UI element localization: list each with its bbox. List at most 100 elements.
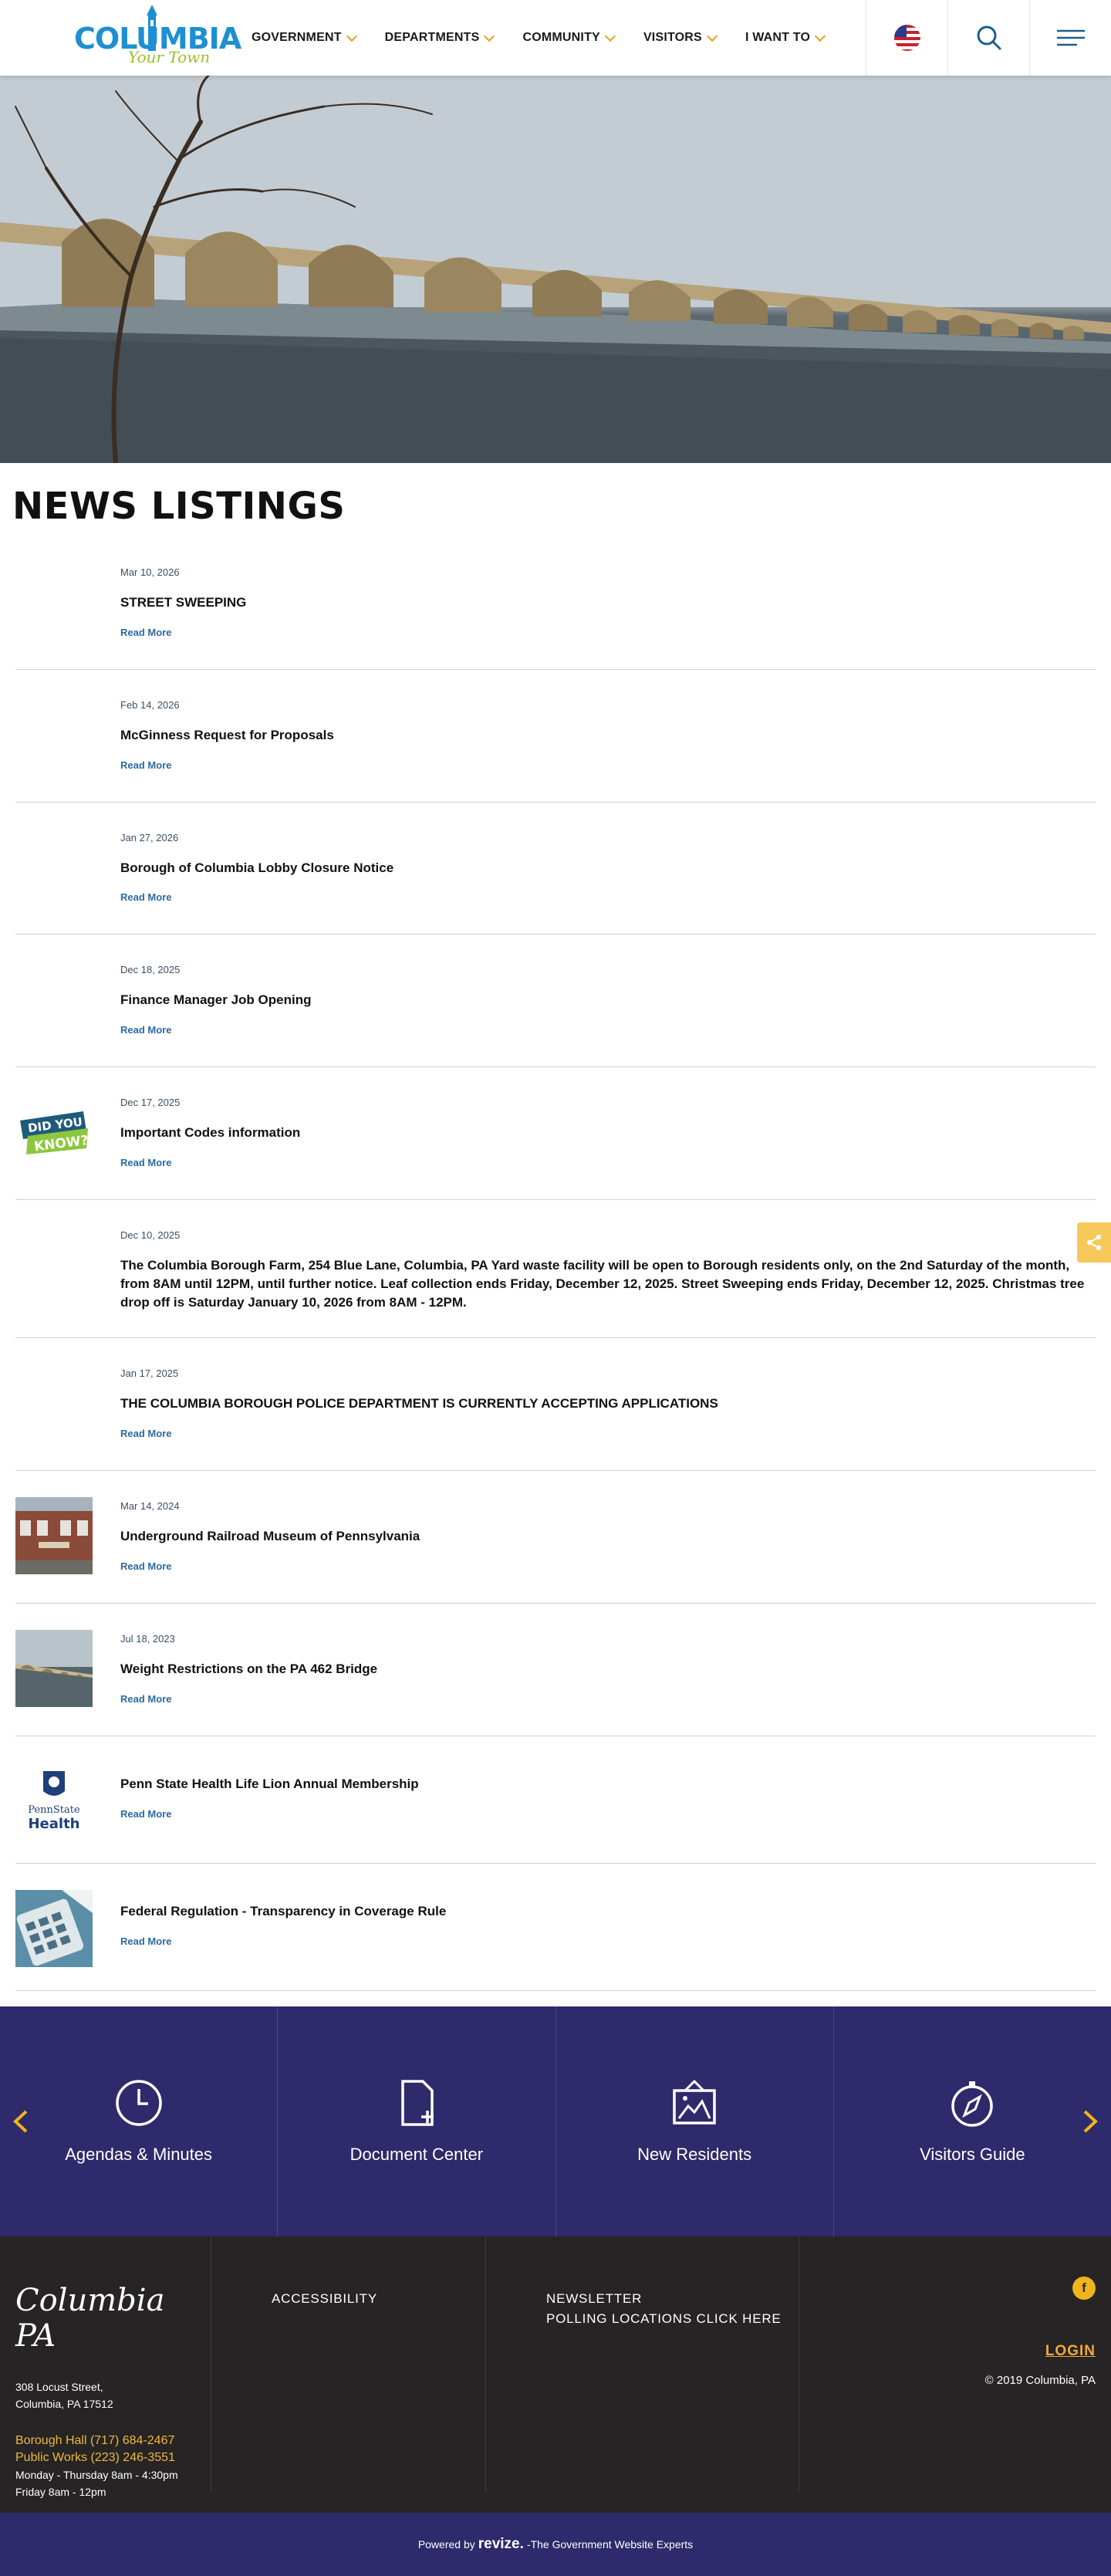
- news-item: Mar 10, 2026 STREET SWEEPING Read More: [15, 537, 1096, 670]
- address-line: Columbia, PA 17512: [15, 2397, 113, 2410]
- news-item: DID YOU KNOW? Dec 17, 2025 Important Cod…: [15, 1067, 1096, 1200]
- chevron-down-icon: [484, 30, 495, 42]
- psh-thumbnail[interactable]: PennState Health: [15, 1763, 93, 1840]
- powered-by-tagline: -The Government Website Experts: [526, 2537, 694, 2551]
- news-item: Dec 10, 2025 The Columbia Borough Farm, …: [15, 1200, 1096, 1339]
- calculator-thumbnail[interactable]: [15, 1889, 93, 1967]
- footer-brand[interactable]: Columbia PA: [15, 2283, 211, 2354]
- nav-departments[interactable]: DEPARTMENTS: [384, 30, 495, 45]
- hours-line: Friday 8am - 12pm: [15, 2485, 106, 2498]
- quick-link-label: Agendas & Minutes: [65, 2144, 213, 2164]
- phone-borough-hall[interactable]: Borough Hall (717) 684-2467: [15, 2432, 211, 2449]
- read-more-link[interactable]: Read More: [120, 759, 171, 771]
- read-more-link[interactable]: Read More: [120, 627, 171, 638]
- read-more-link[interactable]: Read More: [120, 891, 171, 903]
- news-headline[interactable]: Penn State Health Life Lion Annual Membe…: [120, 1775, 1096, 1793]
- menu-button[interactable]: [1029, 0, 1111, 76]
- logo-tagline: Your Town: [128, 48, 211, 66]
- chevron-down-icon: [604, 30, 616, 42]
- flag-icon: [893, 25, 920, 51]
- news-date: Mar 10, 2026: [120, 566, 180, 578]
- facebook-icon[interactable]: f: [1072, 2276, 1096, 2300]
- footer-links-1: ACCESSIBILITY: [211, 2236, 486, 2491]
- nav-government[interactable]: GOVERNMENT: [252, 30, 357, 45]
- news-date: Dec 10, 2025: [120, 1229, 181, 1241]
- news-date: Dec 17, 2025: [120, 1097, 181, 1109]
- nav-label: DEPARTMENTS: [384, 31, 480, 44]
- hero-image-bridge: [0, 76, 1111, 463]
- news-headline[interactable]: Federal Regulation - Transparency in Cov…: [120, 1902, 1096, 1921]
- polling-locations-link[interactable]: POLLING LOCATIONS CLICK HERE: [546, 2309, 799, 2329]
- chevron-down-icon: [706, 30, 718, 42]
- quick-link-visitors-guide[interactable]: Visitors Guide: [834, 2006, 1111, 2236]
- news-item: PennState Health Penn State Health Life …: [15, 1736, 1096, 1864]
- chevron-left-icon[interactable]: [11, 2108, 31, 2135]
- site-logo[interactable]: COLUMBIA Your Town: [74, 5, 241, 69]
- nav-label: VISITORS: [643, 31, 702, 44]
- news-headline[interactable]: Weight Restrictions on the PA 462 Bridge: [120, 1660, 1096, 1678]
- read-more-link[interactable]: Read More: [120, 1693, 171, 1705]
- footer-right: f LOGIN © 2019 Columbia, PA: [799, 2236, 1111, 2491]
- news-headline[interactable]: Finance Manager Job Opening: [120, 991, 1096, 1009]
- news-headline[interactable]: Underground Railroad Museum of Pennsylva…: [120, 1527, 1096, 1546]
- picture-frame-icon: [673, 2079, 716, 2125]
- read-more-link[interactable]: Read More: [120, 1024, 171, 1036]
- news-headline[interactable]: Important Codes information: [120, 1124, 1096, 1142]
- language-button[interactable]: [866, 0, 947, 76]
- hours-line: Monday - Thursday 8am - 4:30pm: [15, 2468, 178, 2481]
- footer-address: 308 Locust Street, Columbia, PA 17512: [15, 2378, 211, 2412]
- news-date: Jan 17, 2025: [120, 1367, 179, 1380]
- nav-i-want-to[interactable]: I WANT TO: [745, 30, 826, 45]
- revize-logo[interactable]: revize.: [478, 2536, 524, 2553]
- news-date: Jan 27, 2026: [120, 831, 179, 843]
- read-more-link[interactable]: Read More: [120, 1560, 171, 1572]
- accessibility-link[interactable]: ACCESSIBILITY: [272, 2289, 485, 2309]
- news-item: Federal Regulation - Transparency in Cov…: [15, 1864, 1096, 1991]
- calculator-image: [15, 1889, 93, 1967]
- read-more-link[interactable]: Read More: [120, 1935, 171, 1947]
- nav-visitors[interactable]: VISITORS: [643, 30, 718, 45]
- quick-link-documents[interactable]: Document Center: [278, 2006, 556, 2236]
- share-button[interactable]: [1077, 1222, 1111, 1263]
- news-date: Dec 18, 2025: [120, 964, 181, 976]
- news-date: Feb 14, 2026: [120, 698, 180, 711]
- login-link[interactable]: LOGIN: [1045, 2343, 1096, 2360]
- news-headline[interactable]: McGinness Request for Proposals: [120, 726, 1096, 745]
- bridge-thumbnail[interactable]: [15, 1629, 93, 1707]
- read-more-link[interactable]: Read More: [120, 1808, 171, 1820]
- quick-link-agendas[interactable]: Agendas & Minutes: [0, 2006, 279, 2236]
- news-listings: NEWS LISTINGS Mar 10, 2026 STREET SWEEPI…: [0, 463, 1111, 2006]
- main-nav: GOVERNMENT DEPARTMENTS COMMUNITY VISITOR…: [252, 0, 853, 76]
- powered-by-bar: Powered by revize. -The Government Websi…: [0, 2512, 1111, 2576]
- penn-state-health-logo: PennState Health: [28, 1770, 80, 1832]
- news-headline[interactable]: Borough of Columbia Lobby Closure Notice: [120, 859, 1096, 877]
- document-add-icon: [401, 2080, 434, 2126]
- news-headline[interactable]: The Columbia Borough Farm, 254 Blue Lane…: [120, 1256, 1096, 1311]
- read-more-link[interactable]: Read More: [120, 1157, 171, 1168]
- news-headline[interactable]: STREET SWEEPING: [120, 593, 1096, 612]
- news-date: Mar 14, 2024: [120, 1500, 180, 1513]
- share-icon: [1086, 1234, 1102, 1251]
- news-item: Feb 14, 2026 McGinness Request for Propo…: [15, 670, 1096, 803]
- chevron-right-icon[interactable]: [1080, 2108, 1100, 2135]
- search-icon: [977, 25, 1001, 50]
- quick-link-label: New Residents: [637, 2144, 752, 2164]
- bridge-image: [15, 1629, 93, 1707]
- search-button[interactable]: [947, 0, 1029, 76]
- newsletter-link[interactable]: NEWSLETTER: [546, 2289, 799, 2309]
- menu-icon: [1056, 29, 1085, 46]
- quick-link-new-residents[interactable]: New Residents: [556, 2006, 834, 2236]
- did-you-know-thumbnail[interactable]: DID YOU KNOW?: [15, 1094, 93, 1171]
- phone-public-works[interactable]: Public Works (223) 246-3551: [15, 2449, 211, 2466]
- news-item: Dec 18, 2025 Finance Manager Job Opening…: [15, 935, 1096, 1068]
- news-headline[interactable]: THE COLUMBIA BOROUGH POLICE DEPARTMENT I…: [120, 1394, 1096, 1413]
- psh-text-2: Health: [28, 1816, 79, 1832]
- news-date: Jul 18, 2023: [120, 1632, 175, 1645]
- quick-links: Agendas & Minutes Document Center New Re…: [0, 2006, 1111, 2236]
- news-item: Jul 18, 2023 Weight Restrictions on the …: [15, 1604, 1096, 1736]
- clock-icon: [115, 2080, 162, 2126]
- news-item: Jan 27, 2026 Borough of Columbia Lobby C…: [15, 803, 1096, 935]
- nav-community[interactable]: COMMUNITY: [522, 30, 616, 45]
- read-more-link[interactable]: Read More: [120, 1428, 171, 1439]
- museum-thumbnail[interactable]: [15, 1497, 93, 1575]
